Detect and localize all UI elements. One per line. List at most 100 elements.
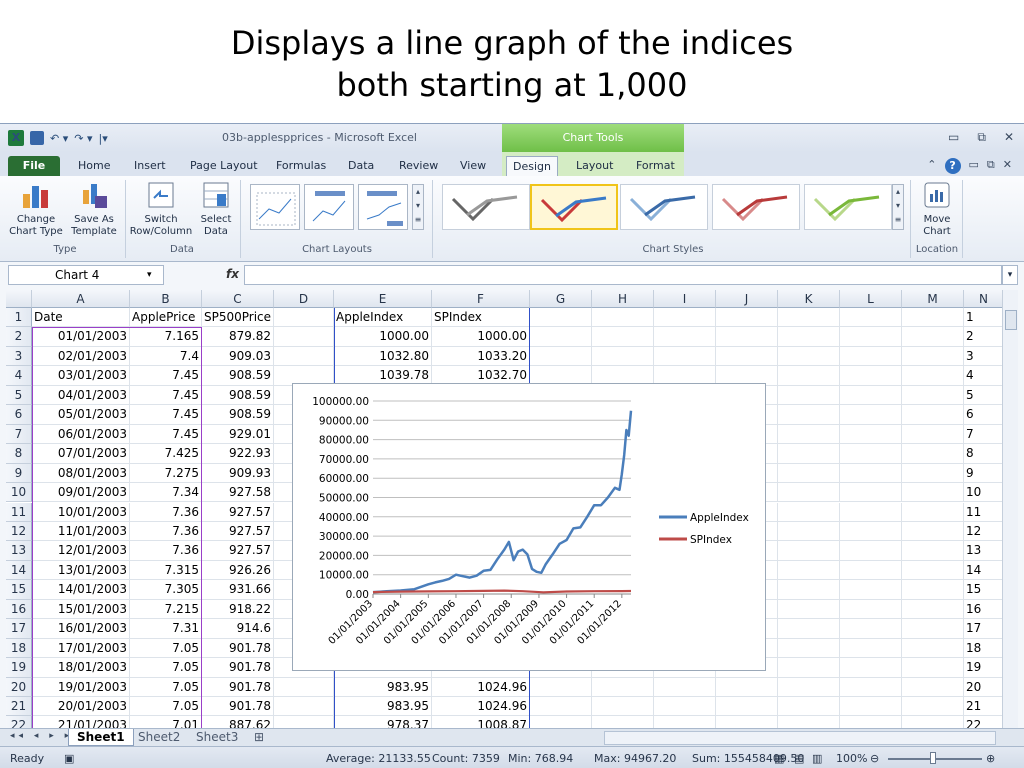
cell-b6[interactable]: 7.45 <box>130 405 202 425</box>
cell-a6[interactable]: 05/01/2003 <box>32 405 130 425</box>
cell-m8[interactable] <box>902 444 964 464</box>
cell-a8[interactable]: 07/01/2003 <box>32 444 130 464</box>
cell-e22[interactable]: 978.37 <box>334 716 432 728</box>
restore-icon[interactable]: ⧉ <box>977 130 986 145</box>
cell-g21[interactable] <box>530 697 592 717</box>
cell-k21[interactable] <box>778 697 840 717</box>
cell-l6[interactable] <box>840 405 902 425</box>
cell-k13[interactable] <box>778 541 840 561</box>
cell-h21[interactable] <box>592 697 654 717</box>
cell-c20[interactable]: 901.78 <box>202 677 274 697</box>
row-header[interactable]: 6 <box>6 405 32 425</box>
cell-j2[interactable] <box>716 327 778 347</box>
row-header[interactable]: 15 <box>6 580 32 600</box>
fx-icon[interactable]: fx <box>226 267 239 281</box>
name-box[interactable]: Chart 4 ▾ <box>8 265 164 285</box>
cell-m6[interactable] <box>902 405 964 425</box>
row-header[interactable]: 2 <box>6 327 32 347</box>
cell-k17[interactable] <box>778 619 840 639</box>
cell-g1[interactable] <box>530 308 592 328</box>
cell-g20[interactable] <box>530 677 592 697</box>
column-header-c[interactable]: C <box>202 290 274 308</box>
tab-view[interactable]: View <box>454 156 492 176</box>
tab-home[interactable]: Home <box>72 156 116 176</box>
cell-j20[interactable] <box>716 677 778 697</box>
cell-n5[interactable]: 5 <box>964 386 1002 406</box>
cell-m15[interactable] <box>902 580 964 600</box>
sheet-tab-sheet2[interactable]: Sheet2 <box>130 729 188 746</box>
sheet-tab-sheet3[interactable]: Sheet3 <box>188 729 246 746</box>
cell-n18[interactable]: 18 <box>964 639 1002 659</box>
cell-b22[interactable]: 7.01 <box>130 716 202 728</box>
cell-c22[interactable]: 887.62 <box>202 716 274 728</box>
cell-n16[interactable]: 16 <box>964 600 1002 620</box>
tab-design[interactable]: Design <box>506 156 558 176</box>
cell-l17[interactable] <box>840 619 902 639</box>
cell-i2[interactable] <box>654 327 716 347</box>
cell-m2[interactable] <box>902 327 964 347</box>
chart-layout-2[interactable] <box>304 184 354 230</box>
tab-page-layout[interactable]: Page Layout <box>184 156 264 176</box>
normal-view-icon[interactable]: ▦ <box>774 752 784 765</box>
cell-l15[interactable] <box>840 580 902 600</box>
cell-k9[interactable] <box>778 463 840 484</box>
column-header-i[interactable]: I <box>654 290 716 308</box>
column-header-m[interactable]: M <box>902 290 964 308</box>
cell-b2[interactable]: 7.165 <box>130 327 202 347</box>
cell-c21[interactable]: 901.78 <box>202 697 274 717</box>
row-header[interactable]: 14 <box>6 560 32 581</box>
row-header[interactable]: 1 <box>6 308 32 328</box>
page-break-view-icon[interactable]: ▥ <box>812 752 822 765</box>
cell-m17[interactable] <box>902 619 964 639</box>
cell-b14[interactable]: 7.315 <box>130 560 202 581</box>
save-icon[interactable] <box>30 131 44 145</box>
cell-m7[interactable] <box>902 424 964 445</box>
cell-m10[interactable] <box>902 483 964 503</box>
cell-l22[interactable] <box>840 716 902 728</box>
sheet-tab-sheet1[interactable]: Sheet1 <box>68 729 134 746</box>
row-header[interactable]: 18 <box>6 638 32 659</box>
zoom-slider-thumb[interactable] <box>930 752 936 764</box>
column-header-k[interactable]: K <box>778 290 840 308</box>
cell-m1[interactable] <box>902 308 964 328</box>
macro-record-icon[interactable]: ▣ <box>64 752 74 765</box>
cell-f20[interactable]: 1024.96 <box>432 677 530 697</box>
column-header-d[interactable]: D <box>274 290 334 308</box>
cell-a3[interactable]: 02/01/2003 <box>32 346 130 367</box>
doc-close-icon[interactable]: ✕ <box>1003 158 1012 174</box>
cell-m16[interactable] <box>902 599 964 620</box>
cell-c15[interactable]: 931.66 <box>202 580 274 600</box>
cell-k20[interactable] <box>778 677 840 697</box>
column-header-f[interactable]: F <box>432 290 530 308</box>
cell-a5[interactable]: 04/01/2003 <box>32 385 130 406</box>
cell-f1[interactable]: SPIndex <box>432 308 530 328</box>
cell-i22[interactable] <box>654 716 716 728</box>
cell-c7[interactable]: 929.01 <box>202 424 274 445</box>
cell-b19[interactable]: 7.05 <box>130 658 202 678</box>
cell-a14[interactable]: 13/01/2003 <box>32 560 130 581</box>
cell-b10[interactable]: 7.34 <box>130 483 202 503</box>
cell-a20[interactable]: 19/01/2003 <box>32 677 130 697</box>
cell-m14[interactable] <box>902 560 964 581</box>
cell-k19[interactable] <box>778 658 840 678</box>
cell-n17[interactable]: 17 <box>964 619 1002 639</box>
column-header-g[interactable]: G <box>530 290 592 308</box>
cell-b16[interactable]: 7.215 <box>130 599 202 620</box>
cell-c14[interactable]: 926.26 <box>202 560 274 581</box>
cell-e21[interactable]: 983.95 <box>334 697 432 717</box>
cell-c16[interactable]: 918.22 <box>202 599 274 620</box>
row-header[interactable]: 22 <box>6 716 32 728</box>
cell-j1[interactable] <box>716 308 778 328</box>
formula-input[interactable] <box>244 265 1002 285</box>
zoom-out-icon[interactable]: ⊖ <box>870 752 879 765</box>
cell-k8[interactable] <box>778 444 840 464</box>
cell-k11[interactable] <box>778 502 840 522</box>
cell-a10[interactable]: 09/01/2003 <box>32 483 130 503</box>
cell-h20[interactable] <box>592 677 654 697</box>
vertical-scrollbar[interactable] <box>1002 290 1018 728</box>
cell-i21[interactable] <box>654 697 716 717</box>
cell-g22[interactable] <box>530 716 592 728</box>
cell-b13[interactable]: 7.36 <box>130 541 202 561</box>
cell-a4[interactable]: 03/01/2003 <box>32 366 130 386</box>
cell-n15[interactable]: 15 <box>964 580 1002 600</box>
